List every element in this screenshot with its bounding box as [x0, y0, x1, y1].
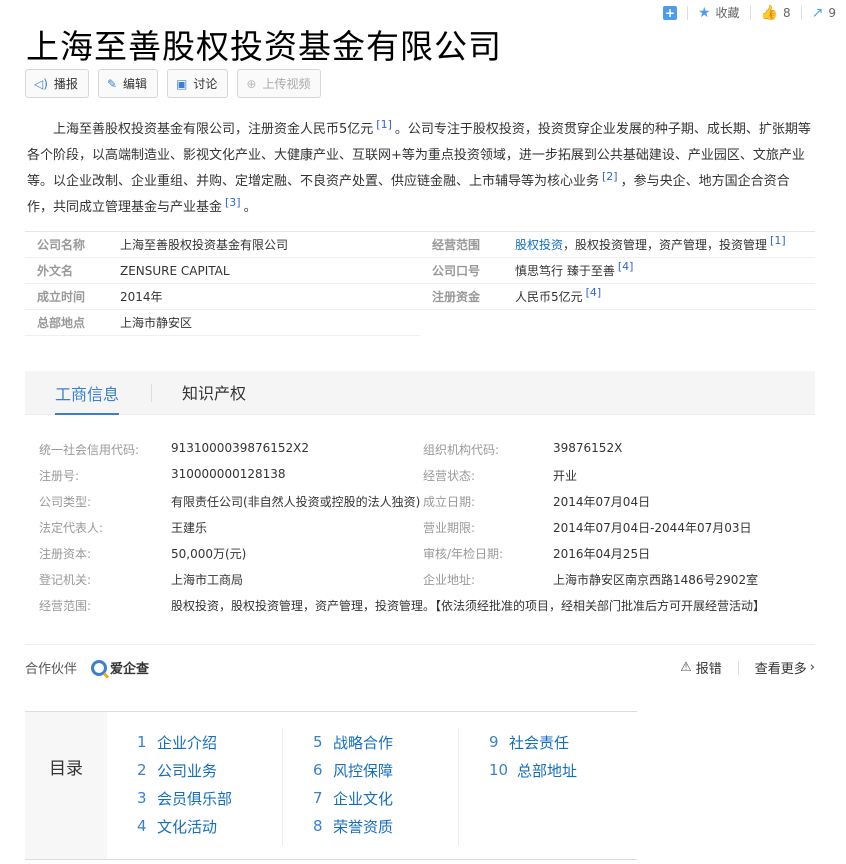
- toc-item[interactable]: 2 公司业务: [137, 756, 282, 784]
- aiqicha-logo[interactable]: 爱企查: [91, 658, 149, 677]
- partner-label: 合作伙伴: [25, 662, 78, 677]
- reference-link[interactable]: [4]: [583, 286, 605, 299]
- toc-item[interactable]: 5 战略合作: [313, 728, 458, 756]
- reference-link[interactable]: [4]: [615, 260, 637, 273]
- info-row: 总部地点 上海市静安区: [25, 310, 420, 336]
- toc-item[interactable]: 9 社会责任: [489, 728, 635, 756]
- toc-column: 5 战略合作 6 风控保障 7 企业文化 8 荣誉资质: [283, 728, 459, 846]
- share-icon: ↗: [811, 4, 824, 21]
- reference-link[interactable]: [1]: [767, 234, 789, 247]
- info-row: 公司名称 上海至善股权投资基金有限公司: [25, 232, 420, 258]
- biz-row: 经营范围:: [39, 599, 92, 613]
- aiqicha-icon: [91, 659, 108, 676]
- tab-bar: 工商信息 知识产权: [25, 371, 815, 415]
- broadcast-button[interactable]: ◁) 播报: [25, 69, 89, 98]
- chevron-right-icon: ›: [809, 660, 815, 675]
- edit-button[interactable]: ✎ 编辑: [97, 69, 159, 98]
- add-button[interactable]: +: [662, 5, 677, 20]
- partner-bar: 合作伙伴 爱企查 ⚠ 报错 查看更多 ›: [25, 644, 815, 690]
- share-button[interactable]: ↗ 9: [812, 5, 836, 21]
- biz-row: 统一社会信用代码:: [39, 443, 140, 457]
- toc-item[interactable]: 3 会员俱乐部: [137, 784, 282, 812]
- info-row: 经营范围 股权投资，股权投资管理，资产管理，投资管理 [1]: [420, 232, 815, 258]
- pencil-icon: ✎: [106, 76, 117, 91]
- view-more-link[interactable]: 查看更多: [755, 658, 807, 677]
- basic-info-right: 经营范围 股权投资，股权投资管理，资产管理，投资管理 [1] 公司口号 慎思笃行 臻于…: [420, 232, 815, 310]
- discuss-button[interactable]: ▣ 讨论: [167, 69, 229, 98]
- page-title: 上海至善股权投资基金有限公司: [26, 27, 502, 66]
- biz-row: 法定代表人:: [39, 521, 104, 535]
- like-count: 8: [782, 5, 791, 20]
- report-icon: ⚠: [680, 660, 692, 675]
- info-row: 公司口号 慎思笃行 臻于至善 [4]: [420, 258, 815, 284]
- biz-row: 登记机关:: [39, 573, 92, 587]
- upload-video-button[interactable]: ⊕ 上传视频: [237, 69, 322, 98]
- plus-icon: +: [662, 5, 677, 20]
- toc-column: 1 企业介绍 2 公司业务 3 会员俱乐部 4 文化活动: [107, 728, 283, 846]
- reference-link[interactable]: [2]: [599, 170, 621, 183]
- collect-label: 收藏: [715, 6, 740, 20]
- intro-paragraph: 上海至善股权投资基金有限公司，注册资金人民币5亿元 [1] 。公司专注于股权投资，投…: [27, 117, 811, 215]
- toc-item[interactable]: 1 企业介绍: [137, 728, 282, 756]
- toc-label: 目录: [25, 712, 107, 859]
- biz-row: 注册资本:: [39, 547, 92, 561]
- biz-row: 公司类型:: [39, 495, 92, 509]
- share-count: 9: [828, 5, 836, 20]
- like-button[interactable]: 👍 8: [761, 5, 791, 21]
- toc-item[interactable]: 7 企业文化: [313, 784, 458, 812]
- upload-icon: ⊕: [246, 76, 257, 91]
- info-row: 注册资金 人民币5亿元 [4]: [420, 284, 815, 310]
- lemma-toolbar: ◁) 播报 ✎ 编辑 ▣ 讨论 ⊕ 上传视频: [25, 69, 330, 98]
- biz-row: 注册号:: [39, 469, 80, 483]
- toc-item[interactable]: 8 荣誉资质: [313, 812, 458, 840]
- collect-button[interactable]: ★ 收藏: [698, 4, 740, 21]
- basic-info-box: 公司名称 上海至善股权投资基金有限公司 外文名 ZENSURE CAPITAL 成立…: [25, 231, 815, 336]
- toc-item[interactable]: 6 风控保障: [313, 756, 458, 784]
- thumbs-up-icon: 👍: [760, 4, 778, 21]
- toc-item[interactable]: 4 文化活动: [137, 812, 282, 840]
- toc-column: 9 社会责任 10 总部地址: [459, 728, 635, 846]
- comment-icon: ▣: [176, 76, 188, 91]
- tab-ip[interactable]: 知识产权: [182, 380, 246, 414]
- tab-business[interactable]: 工商信息: [55, 381, 120, 415]
- table-of-contents: 目录 1 企业介绍 2 公司业务 3 会员俱乐部 4 文化活动 5 战略合作 6 风控保障 …: [25, 711, 637, 860]
- report-button[interactable]: 报错: [696, 658, 722, 677]
- top-action-bar: + ★ 收藏 👍 8 ↗ 9: [653, 4, 836, 21]
- info-row: 外文名 ZENSURE CAPITAL: [25, 258, 420, 284]
- speaker-icon: ◁): [34, 76, 48, 91]
- scope-link[interactable]: 股权投资: [515, 238, 563, 252]
- business-info-panel: 工商信息 知识产权 统一社会信用代码: 9131000039876152X2 组…: [25, 371, 815, 644]
- star-icon: ★: [697, 4, 711, 21]
- toc-item[interactable]: 10 总部地址: [489, 756, 635, 784]
- reference-link[interactable]: [1]: [373, 118, 395, 131]
- info-row: 成立时间 2014年: [25, 284, 420, 310]
- basic-info-left: 公司名称 上海至善股权投资基金有限公司 外文名 ZENSURE CAPITAL 成立…: [25, 232, 420, 336]
- reference-link[interactable]: [3]: [222, 196, 244, 209]
